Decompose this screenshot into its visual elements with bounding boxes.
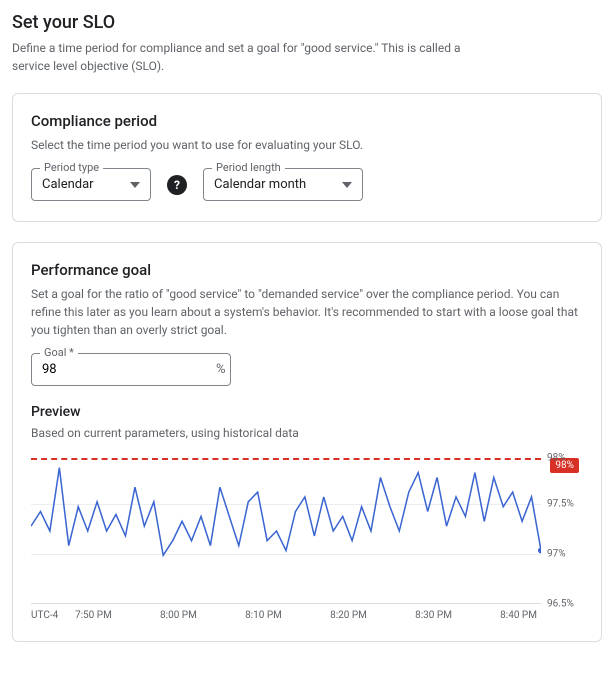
line-plot <box>31 454 541 604</box>
y-tick: 98% <box>547 453 566 464</box>
page-title: Set your SLO <box>12 12 602 33</box>
x-tick: 7:50 PM <box>75 610 112 621</box>
period-length-value: Calendar month <box>214 177 306 192</box>
period-type-label: Period type <box>40 161 103 174</box>
x-tick: 8:10 PM <box>245 610 282 621</box>
goal-label: Goal * <box>40 346 78 359</box>
page-subtitle: Define a time period for compliance and … <box>12 39 482 75</box>
compliance-card: Compliance period Select the time period… <box>12 93 602 222</box>
x-tick: 8:30 PM <box>415 610 452 621</box>
performance-desc: Set a goal for the ratio of "good servic… <box>31 285 583 339</box>
period-length-label: Period length <box>212 161 285 174</box>
timezone-label: UTC-4 <box>31 610 71 621</box>
y-tick: 97.5% <box>547 499 574 510</box>
x-axis: UTC-4 7:50 PM 8:00 PM 8:10 PM 8:20 PM 8:… <box>31 610 583 621</box>
help-icon[interactable]: ? <box>167 175 187 195</box>
x-tick: 8:20 PM <box>330 610 367 621</box>
period-type-select[interactable]: Period type Calendar <box>31 168 151 201</box>
performance-title: Performance goal <box>31 261 583 279</box>
y-tick: 96.5% <box>547 599 574 610</box>
compliance-desc: Select the time period you want to use f… <box>31 136 583 154</box>
preview-desc: Based on current parameters, using histo… <box>31 424 583 442</box>
chevron-down-icon <box>130 182 140 188</box>
period-type-value: Calendar <box>42 177 94 192</box>
preview-chart: 98% 98% 97.5% 97% 96.5% <box>31 454 583 604</box>
y-axis: 98% 97.5% 97% 96.5% <box>541 454 583 604</box>
goal-field[interactable]: Goal * % <box>31 353 231 386</box>
goal-input[interactable] <box>42 362 208 377</box>
x-tick: 8:00 PM <box>160 610 197 621</box>
performance-card: Performance goal Set a goal for the rati… <box>12 242 602 642</box>
compliance-title: Compliance period <box>31 112 583 130</box>
preview-title: Preview <box>31 404 583 420</box>
x-tick: 8:40 PM <box>500 610 537 621</box>
y-tick: 97% <box>547 549 566 560</box>
chevron-down-icon <box>342 182 352 188</box>
goal-unit: % <box>216 362 226 377</box>
period-length-select[interactable]: Period length Calendar month <box>203 168 363 201</box>
